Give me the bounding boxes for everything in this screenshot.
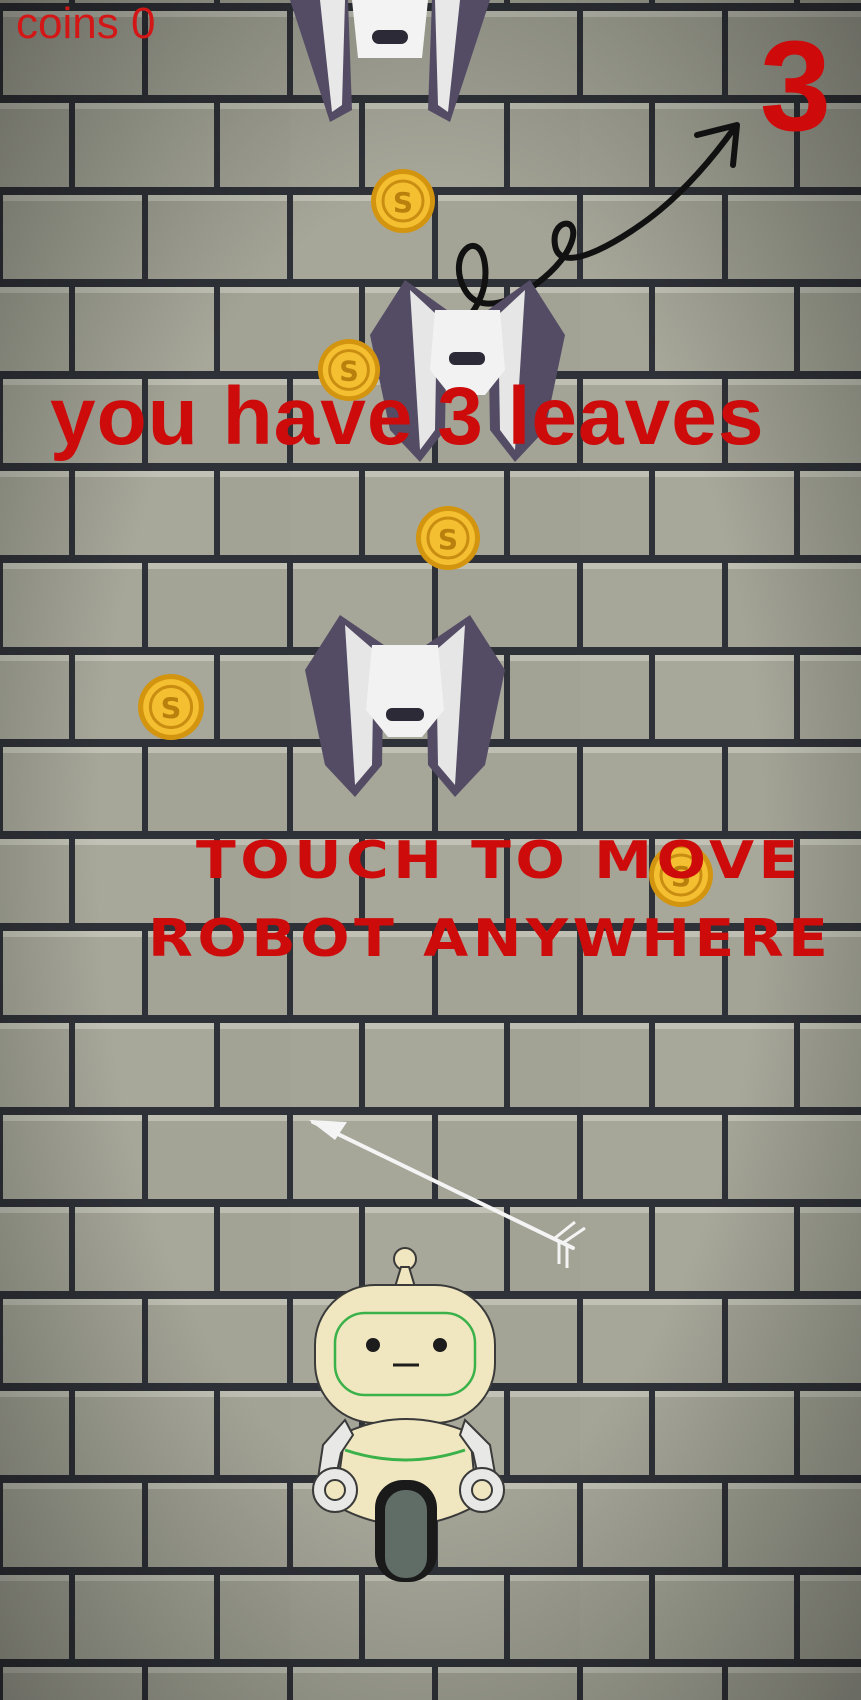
touch-instruction-line-2: ROBOT ANYWHERE xyxy=(148,909,833,969)
svg-text:S: S xyxy=(438,523,458,556)
leaves-message: you have 3 leaves xyxy=(50,371,765,462)
svg-text:S: S xyxy=(393,186,413,219)
coin-icon: S xyxy=(416,506,480,570)
coins-counter: coins 0 xyxy=(16,0,156,48)
coin-icon: S xyxy=(138,674,204,740)
lives-counter: 3 xyxy=(759,15,831,158)
enemy-ship xyxy=(290,0,490,122)
touch-instruction-line-1: TOUCH TO MOVE xyxy=(196,831,803,891)
game-stage[interactable]: S S S S S coins 0 3 you have 3 leaves TO… xyxy=(0,0,861,1700)
svg-text:S: S xyxy=(161,691,182,725)
enemy-ship xyxy=(305,615,505,797)
coin-icon: S xyxy=(371,169,435,233)
robot-player[interactable] xyxy=(305,1245,510,1585)
